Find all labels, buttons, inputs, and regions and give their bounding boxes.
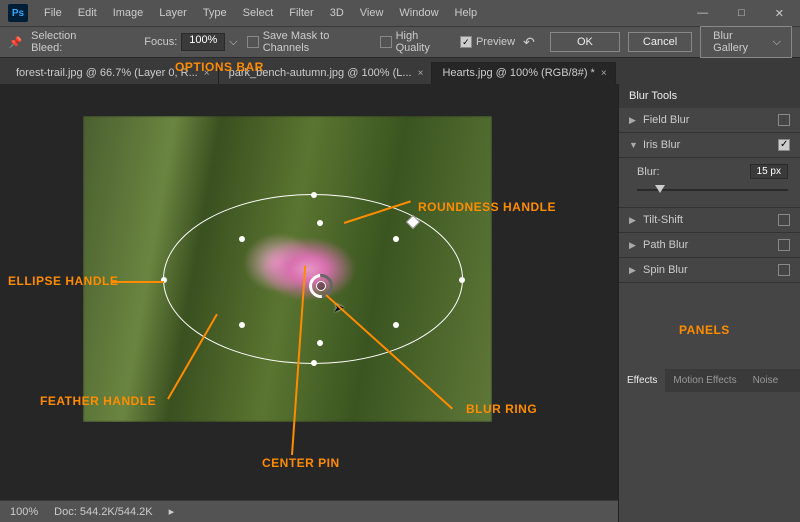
anno-center-pin: CENTER PIN	[262, 456, 340, 470]
cancel-button[interactable]: Cancel	[628, 32, 692, 52]
window-controls: — □ ✕	[689, 3, 792, 24]
tab-hearts[interactable]: Hearts.jpg @ 100% (RGB/8#) *×	[432, 62, 615, 84]
anno-panels: PANELS	[679, 323, 730, 337]
menu-type[interactable]: Type	[195, 3, 235, 23]
chevron-down-icon: ⌵	[773, 36, 781, 49]
menu-3d[interactable]: 3D	[322, 3, 352, 23]
blur-slider[interactable]	[637, 183, 788, 197]
save-mask-checkbox[interactable]: Save Mask to Channels	[247, 30, 372, 54]
tab-close-icon[interactable]: ×	[601, 68, 607, 79]
field-blur-accordion[interactable]: ▶Field Blur	[619, 108, 800, 133]
path-blur-accordion[interactable]: ▶Path Blur	[619, 233, 800, 258]
center-pin[interactable]	[309, 274, 333, 298]
iris-blur-accordion[interactable]: ▼Iris Blur	[619, 133, 800, 158]
tab-close-icon[interactable]: ×	[418, 68, 424, 79]
anno-blur-ring: BLUR RING	[466, 402, 537, 416]
app-logo: Ps	[8, 4, 28, 22]
canvas[interactable]: ➤	[83, 116, 492, 422]
panels: Blur Tools ▶Field Blur ▼Iris Blur Blur: 1…	[618, 84, 800, 522]
blur-label: Blur:	[637, 166, 660, 178]
menu-help[interactable]: Help	[447, 3, 486, 23]
blur-gallery-dropdown[interactable]: Blur Gallery⌵	[700, 26, 792, 58]
menu-filter[interactable]: Filter	[281, 3, 321, 23]
pin-center[interactable]	[316, 281, 326, 291]
tab-effects[interactable]: Effects	[619, 369, 665, 392]
anno-options-bar-global: OPTIONS BAR	[175, 60, 264, 74]
close-icon[interactable]: ✕	[767, 3, 792, 24]
bottom-panel-tabs: Effects Motion Effects Noise	[619, 369, 800, 392]
high-quality-checkbox[interactable]: High Quality	[380, 30, 452, 54]
feather-handle[interactable]	[317, 220, 323, 226]
menu-window[interactable]: Window	[391, 3, 446, 23]
anno-ellipse: ELLIPSE HANDLE	[8, 274, 118, 288]
maximize-icon[interactable]: □	[730, 3, 753, 24]
canvas-area: ➤ OPTIONS BAR ROUNDNESS HANDLE ELLIPSE H…	[0, 84, 618, 522]
slider-thumb[interactable]	[655, 185, 665, 193]
anno-roundness: ROUNDNESS HANDLE	[418, 200, 556, 214]
doc-size: 544.2K/544.2K	[80, 506, 153, 518]
reset-icon[interactable]: ↶	[523, 34, 542, 51]
feather-handle[interactable]	[317, 340, 323, 346]
zoom-level[interactable]: 100%	[10, 506, 38, 518]
bottom-panel-body	[619, 392, 800, 522]
selection-bleed-label: Selection Bleed:	[31, 30, 106, 54]
menu-view[interactable]: View	[352, 3, 392, 23]
feather-handle[interactable]	[239, 322, 245, 328]
chevron-right-icon[interactable]: ▸	[169, 505, 175, 518]
tab-noise[interactable]: Noise	[745, 369, 787, 392]
focus-input[interactable]: 100%	[181, 33, 225, 51]
pin-icon[interactable]: 📌	[8, 34, 23, 50]
status-bar: 100% Doc: 544.2K/544.2K ▸	[0, 500, 618, 522]
ellipse-handle[interactable]	[311, 192, 317, 198]
tab-motion[interactable]: Motion Effects	[665, 369, 744, 392]
menubar: Ps File Edit Image Layer Type Select Fil…	[0, 0, 800, 26]
ok-button[interactable]: OK	[550, 32, 620, 52]
menu-select[interactable]: Select	[235, 3, 282, 23]
preview-checkbox[interactable]: ✓Preview	[460, 36, 515, 48]
feather-handle[interactable]	[393, 236, 399, 242]
menu-layer[interactable]: Layer	[151, 3, 195, 23]
tilt-shift-accordion[interactable]: ▶Tilt-Shift	[619, 208, 800, 233]
spin-blur-accordion[interactable]: ▶Spin Blur	[619, 258, 800, 283]
document-tabs: forest-trail.jpg @ 66.7% (Layer 0, R...×…	[0, 58, 800, 84]
anno-feather: FEATHER HANDLE	[40, 394, 156, 408]
feather-handle[interactable]	[393, 322, 399, 328]
blur-value-input[interactable]: 15 px	[750, 164, 788, 179]
options-bar: 📌 Selection Bleed: Focus: 100% ⌵ Save Ma…	[0, 26, 800, 58]
ellipse-handle[interactable]	[459, 277, 465, 283]
focus-dropdown-icon[interactable]: ⌵	[229, 36, 239, 49]
menu-edit[interactable]: Edit	[70, 3, 105, 23]
menu-file[interactable]: File	[36, 3, 70, 23]
panel-title: Blur Tools	[619, 84, 800, 108]
feather-handle[interactable]	[239, 236, 245, 242]
menu-image[interactable]: Image	[105, 3, 152, 23]
focus-label: Focus:	[144, 36, 177, 48]
minimize-icon[interactable]: —	[689, 3, 716, 24]
ellipse-handle[interactable]	[311, 360, 317, 366]
